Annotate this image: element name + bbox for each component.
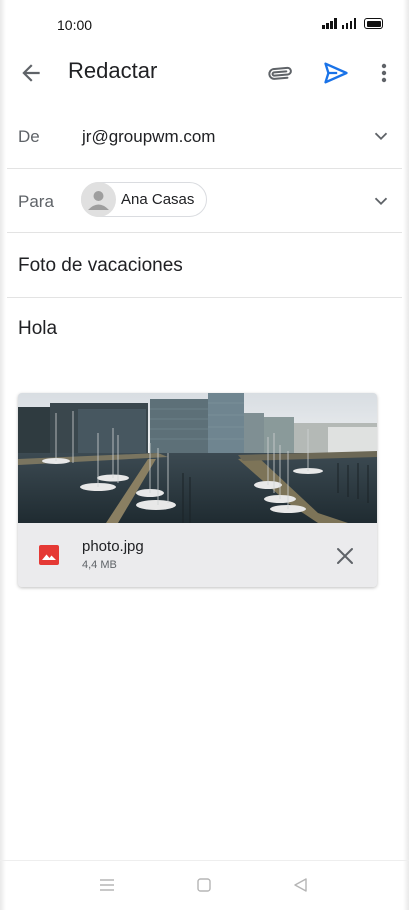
signal-icon bbox=[322, 18, 337, 29]
attachment-preview-image[interactable] bbox=[18, 393, 377, 523]
device-frame-right bbox=[403, 0, 409, 910]
chevron-down-icon[interactable] bbox=[370, 190, 392, 212]
send-icon[interactable] bbox=[322, 59, 350, 87]
device-frame-left bbox=[0, 0, 6, 910]
battery-icon bbox=[364, 18, 383, 29]
nav-back-icon[interactable] bbox=[292, 877, 310, 893]
attachment-file-size: 4,4 MB bbox=[82, 559, 117, 571]
page-title: Redactar bbox=[68, 58, 158, 83]
attachment-footer: photo.jpg 4,4 MB bbox=[18, 523, 377, 587]
from-field[interactable]: De jr@groupwm.com bbox=[7, 106, 402, 169]
close-icon[interactable] bbox=[334, 545, 356, 567]
person-icon bbox=[88, 191, 109, 210]
from-value: jr@groupwm.com bbox=[82, 127, 216, 146]
from-label: De bbox=[18, 127, 40, 146]
to-label: Para bbox=[18, 192, 54, 211]
app-bar: Redactar bbox=[0, 48, 409, 98]
chevron-down-icon[interactable] bbox=[370, 125, 392, 147]
avatar bbox=[81, 182, 116, 217]
status-time: 10:00 bbox=[57, 17, 93, 33]
to-field[interactable]: Para Ana Casas bbox=[7, 169, 402, 233]
attachment-card[interactable]: photo.jpg 4,4 MB bbox=[18, 393, 377, 587]
nav-home-icon[interactable] bbox=[196, 877, 212, 893]
system-nav-bar bbox=[0, 860, 409, 911]
back-arrow-icon[interactable] bbox=[18, 60, 44, 86]
image-file-icon bbox=[39, 545, 59, 565]
attachment-file-name: photo.jpg bbox=[82, 538, 144, 555]
subject-field[interactable]: Foto de vacaciones bbox=[7, 233, 402, 298]
signal-icon bbox=[341, 18, 356, 29]
subject-text: Foto de vacaciones bbox=[18, 255, 183, 276]
recipient-chip[interactable]: Ana Casas bbox=[81, 182, 207, 217]
recipient-name: Ana Casas bbox=[121, 191, 195, 208]
more-vert-icon[interactable] bbox=[374, 60, 394, 86]
status-bar: 10:00 bbox=[0, 0, 409, 50]
nav-menu-icon[interactable] bbox=[98, 877, 116, 893]
paperclip-icon[interactable] bbox=[268, 60, 294, 86]
message-body[interactable]: Hola bbox=[18, 318, 57, 340]
status-icons bbox=[322, 18, 383, 29]
